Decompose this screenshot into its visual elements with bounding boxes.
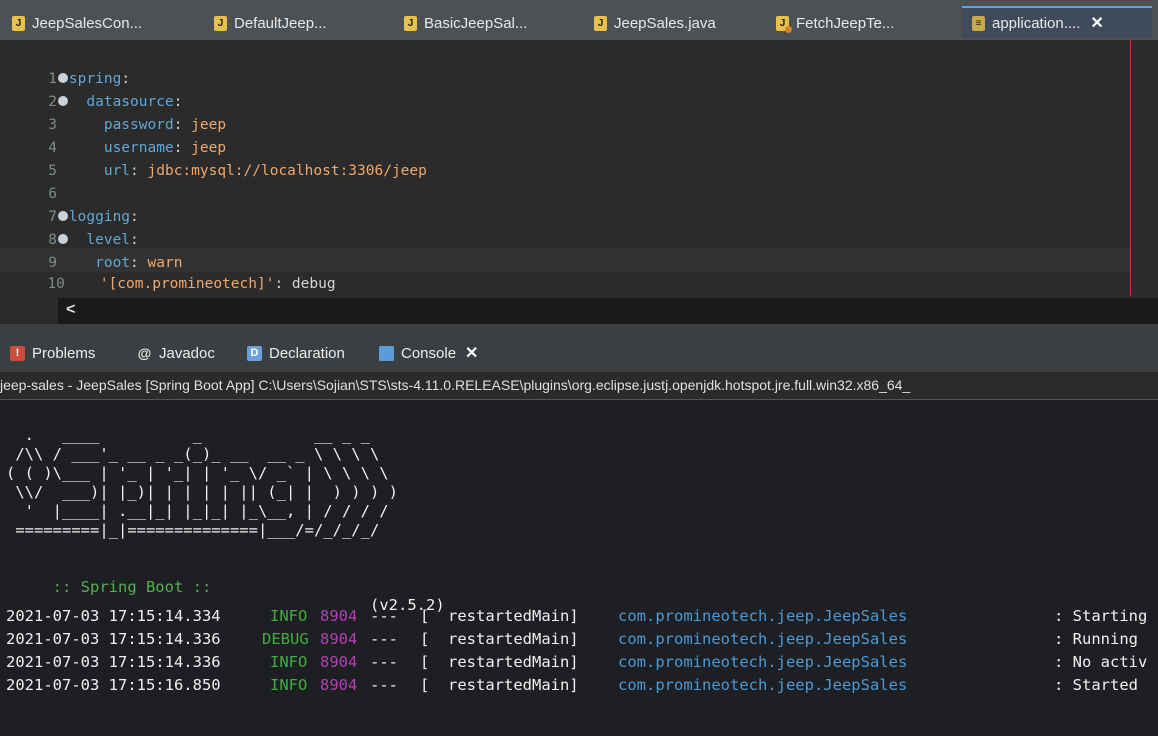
log-pid: 8904	[320, 607, 358, 625]
spring-ascii-banner: . ____ _ __ _ _ /\\ / ___'_ __ _ _(_)_ _…	[6, 426, 398, 539]
tab-jeepsalescontroller[interactable]: J JeepSalesCon...	[12, 8, 142, 38]
tab-defaultjeep[interactable]: J DefaultJeep...	[214, 8, 327, 38]
log-message: : Started	[1054, 676, 1138, 694]
editor-tab-bar: J JeepSalesCon... J DefaultJeep... J Bas…	[0, 0, 1158, 40]
log-level: INFO	[270, 607, 308, 625]
line-number: 10	[47, 276, 65, 292]
log-line: 2021-07-03 17:15:14.336 DEBUG 8904 --- […	[6, 628, 1138, 651]
tab-label: BasicJeepSal...	[424, 14, 528, 32]
log-level: DEBUG	[262, 630, 309, 648]
problems-icon: !	[10, 345, 25, 361]
log-message: : No activ	[1054, 653, 1148, 671]
code-line: 2 datasource:	[0, 68, 182, 110]
code-line: 4 username: jeep	[0, 114, 226, 156]
print-margin-line	[1130, 40, 1131, 296]
yaml-key: url	[103, 163, 131, 179]
log-message: : Running	[1054, 630, 1138, 648]
tab-label: Javadoc	[159, 344, 215, 362]
log-time: 2021-07-03 17:15:16.850	[6, 676, 221, 694]
log-time: 2021-07-03 17:15:14.336	[6, 653, 221, 671]
console-output[interactable]: . ____ _ __ _ _ /\\ / ___'_ __ _ _(_)_ _…	[0, 400, 1158, 736]
log-logger: com.promineotech.jeep.JeepSales	[618, 653, 908, 671]
yaml-file-icon: ≡	[972, 15, 985, 31]
log-thread: [ restartedMain]	[420, 676, 579, 694]
view-tab-bar: ! Problems @ Javadoc D Declaration Conso…	[0, 326, 1158, 372]
code-line: 8 level:	[0, 206, 139, 248]
java-file-icon: J	[214, 15, 227, 31]
declaration-icon: D	[247, 345, 262, 361]
scroll-left-icon[interactable]: <	[66, 301, 75, 319]
tab-label: FetchJeepTe...	[796, 14, 895, 32]
log-pid: 8904	[320, 653, 358, 671]
tab-problems[interactable]: ! Problems	[10, 340, 95, 366]
java-file-icon: J	[12, 15, 25, 31]
yaml-sep: :	[274, 276, 284, 292]
log-pid: 8904	[320, 676, 358, 694]
horizontal-scrollbar[interactable]: <	[58, 298, 1158, 324]
tab-label: Problems	[32, 344, 96, 362]
tab-label: JeepSales.java	[614, 14, 716, 32]
log-level: INFO	[270, 653, 308, 671]
log-logger: com.promineotech.jeep.JeepSales	[618, 630, 908, 648]
yaml-sep: :	[130, 163, 139, 179]
tab-fetchjeeptest[interactable]: J FetchJeepTe...	[776, 8, 894, 38]
java-test-file-icon: J	[776, 15, 792, 33]
log-sep: ---	[370, 630, 398, 648]
log-sep: ---	[370, 676, 398, 694]
close-icon[interactable]: ✕	[465, 343, 478, 363]
tab-console[interactable]: Console ✕	[379, 340, 478, 366]
log-sep: ---	[370, 653, 398, 671]
log-time: 2021-07-03 17:15:14.334	[6, 607, 221, 625]
tab-declaration[interactable]: D Declaration	[247, 340, 345, 366]
javadoc-icon: @	[137, 345, 152, 361]
log-logger: com.promineotech.jeep.JeepSales	[618, 676, 908, 694]
log-time: 2021-07-03 17:15:14.336	[6, 630, 221, 648]
console-icon	[379, 345, 394, 361]
tab-jeepsales-java[interactable]: J JeepSales.java	[594, 8, 716, 38]
log-line: 2021-07-03 17:15:16.850 INFO 8904 --- [ …	[6, 674, 1138, 697]
boot-label: :: Spring Boot ::	[43, 578, 221, 596]
log-pid: 8904	[320, 630, 358, 648]
log-thread: [ restartedMain]	[420, 653, 579, 671]
yaml-value: jdbc:mysql://localhost:3306/jeep	[138, 163, 427, 179]
console-process-title: jeep-sales - JeepSales [Spring Boot App]…	[0, 372, 1158, 400]
java-file-icon: J	[404, 15, 417, 31]
log-sep: ---	[370, 607, 398, 625]
tab-label: DefaultJeep...	[234, 14, 327, 32]
code-line: 10 '[com.promineotech]': debug	[0, 250, 335, 292]
log-message: : Starting	[1054, 607, 1148, 625]
tab-label: Declaration	[269, 344, 345, 362]
java-file-icon: J	[594, 15, 607, 31]
tab-javadoc[interactable]: @ Javadoc	[137, 340, 215, 366]
tab-label: application....	[992, 14, 1081, 32]
log-line: 2021-07-03 17:15:14.334 INFO 8904 --- [ …	[6, 605, 1147, 628]
tab-application-yml[interactable]: ≡ application.... ✕	[962, 6, 1152, 38]
code-line: 9 root: warn	[0, 229, 182, 271]
tab-basicjeepsales[interactable]: J BasicJeepSal...	[404, 8, 527, 38]
yaml-key: '[com.promineotech]'	[99, 276, 275, 292]
close-icon[interactable]: ✕	[1090, 13, 1103, 33]
code-editor[interactable]: 1 spring: 2 datasource: 3 password: jeep …	[0, 40, 1158, 326]
code-line: 3 password: jeep	[0, 91, 226, 133]
tab-label: JeepSalesCon...	[32, 14, 143, 32]
log-line: 2021-07-03 17:15:14.336 INFO 8904 --- [ …	[6, 651, 1147, 674]
log-logger: com.promineotech.jeep.JeepSales	[618, 607, 908, 625]
log-thread: [ restartedMain]	[420, 630, 579, 648]
code-line: 1 spring:	[0, 45, 130, 87]
code-line: 6	[0, 160, 57, 202]
yaml-value: debug	[283, 276, 336, 292]
log-level: INFO	[270, 676, 308, 694]
log-thread: [ restartedMain]	[420, 607, 579, 625]
code-line: 5 url: jdbc:mysql://localhost:3306/jeep	[0, 137, 427, 179]
tab-label: Console	[401, 344, 457, 362]
code-line: 7 logging:	[0, 183, 139, 225]
